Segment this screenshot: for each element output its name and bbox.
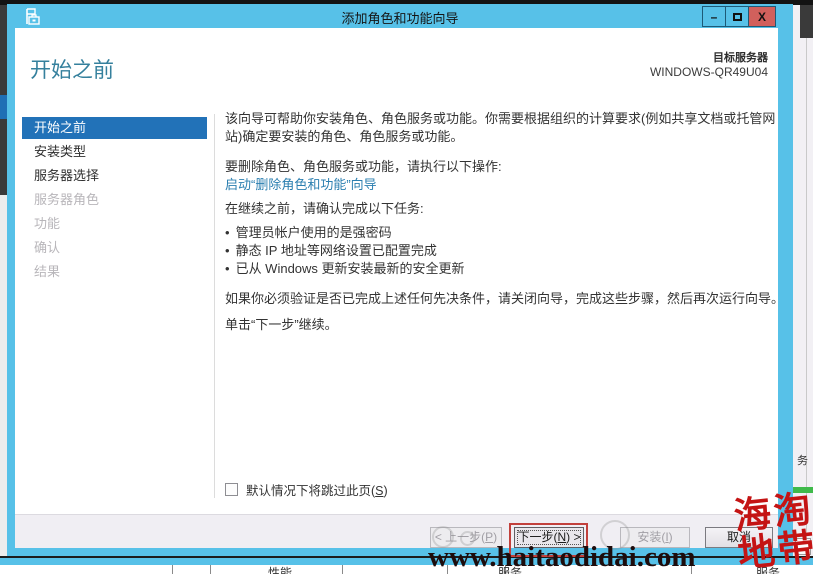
task-text: 管理员帐户使用的是强密码 bbox=[236, 225, 392, 240]
minimize-icon: – bbox=[711, 10, 718, 24]
step-results: 结果 bbox=[22, 261, 207, 283]
close-icon: X bbox=[758, 10, 766, 24]
background-right-corner bbox=[800, 5, 813, 38]
skip-page-checkbox[interactable] bbox=[225, 483, 238, 496]
wizard-steps-nav: 开始之前 安装类型 服务器选择 服务器角色 功能 确认 结果 bbox=[22, 117, 207, 285]
remove-wizard-link[interactable]: 启动“删除角色和功能”向导 bbox=[225, 176, 787, 194]
task-item: • 静态 IP 地址等网络设置已配置完成 bbox=[225, 242, 787, 260]
step-before-you-begin[interactable]: 开始之前 bbox=[22, 117, 207, 139]
task-item: • 管理员帐户使用的是强密码 bbox=[225, 224, 787, 242]
close-button[interactable]: X bbox=[748, 6, 776, 27]
step-server-roles: 服务器角色 bbox=[22, 189, 207, 211]
window-controls: – X bbox=[703, 6, 776, 27]
background-column-line bbox=[172, 565, 173, 574]
wizard-window: 添加角色和功能向导 – X 开始之前 目标服务器 WINDOWS-QR49U04 bbox=[7, 4, 793, 556]
task-text: 静态 IP 地址等网络设置已配置完成 bbox=[236, 243, 437, 258]
stamp-line-2: 地带 bbox=[736, 529, 813, 574]
step-features: 功能 bbox=[22, 213, 207, 235]
background-right-text: 务 bbox=[797, 452, 808, 468]
step-server-selection[interactable]: 服务器选择 bbox=[22, 165, 207, 187]
task-text: 已从 Windows 更新安装最新的安全更新 bbox=[236, 261, 465, 276]
target-server-block: 目标服务器 WINDOWS-QR49U04 bbox=[650, 52, 768, 79]
step-installation-type[interactable]: 安装类型 bbox=[22, 141, 207, 163]
window-title: 添加角色和功能向导 bbox=[7, 8, 793, 27]
continue-note: 单击“下一步”继续。 bbox=[225, 316, 787, 334]
skip-page-row: 默认情况下将跳过此页(S) bbox=[225, 480, 388, 499]
step-confirmation: 确认 bbox=[22, 237, 207, 259]
nav-separator bbox=[214, 114, 215, 498]
remove-heading: 要删除角色、角色服务或功能，请执行以下操作: bbox=[225, 158, 787, 176]
maximize-icon bbox=[733, 13, 742, 21]
background-column-line bbox=[342, 565, 343, 574]
bullet-icon: • bbox=[225, 261, 230, 276]
tasks-list: • 管理员帐户使用的是强密码 • 静态 IP 地址等网络设置已配置完成 • 已从 Wi… bbox=[225, 224, 787, 278]
verify-note: 如果你必须验证是否已完成上述任何先决条件，请关闭向导，完成这些步骤，然后再次运行… bbox=[225, 290, 787, 308]
wizard-body: 开始之前 目标服务器 WINDOWS-QR49U04 开始之前 安装类型 服务器… bbox=[15, 28, 778, 548]
background-right-divider bbox=[806, 38, 807, 558]
background-right-sliver bbox=[793, 5, 813, 558]
watermark-stamp: 海淘 地带 bbox=[732, 491, 813, 574]
background-column-line bbox=[210, 565, 211, 574]
target-server-label: 目标服务器 bbox=[650, 52, 768, 65]
screenshot-root: 务 性能 服务 服务 添加角色和功能向导 – bbox=[0, 0, 813, 574]
skip-page-label: 默认情况下将跳过此页(S) bbox=[246, 480, 388, 499]
task-item: • 已从 Windows 更新安装最新的安全更新 bbox=[225, 260, 787, 278]
target-server-name: WINDOWS-QR49U04 bbox=[650, 65, 768, 79]
watermark-url: www.haitaodidai.com bbox=[428, 542, 695, 572]
maximize-button[interactable] bbox=[725, 6, 749, 27]
intro-paragraph: 该向导可帮助你安装角色、角色服务或功能。你需要根据组织的计算要求(例如共享文档或… bbox=[225, 110, 787, 146]
page-title: 开始之前 bbox=[30, 54, 114, 84]
background-column-header: 性能 bbox=[268, 566, 292, 574]
bullet-icon: • bbox=[225, 243, 230, 258]
titlebar[interactable]: 添加角色和功能向导 – X bbox=[7, 4, 793, 28]
tasks-heading: 在继续之前，请确认完成以下任务: bbox=[225, 200, 787, 218]
minimize-button[interactable]: – bbox=[702, 6, 726, 27]
bullet-icon: • bbox=[225, 225, 230, 240]
